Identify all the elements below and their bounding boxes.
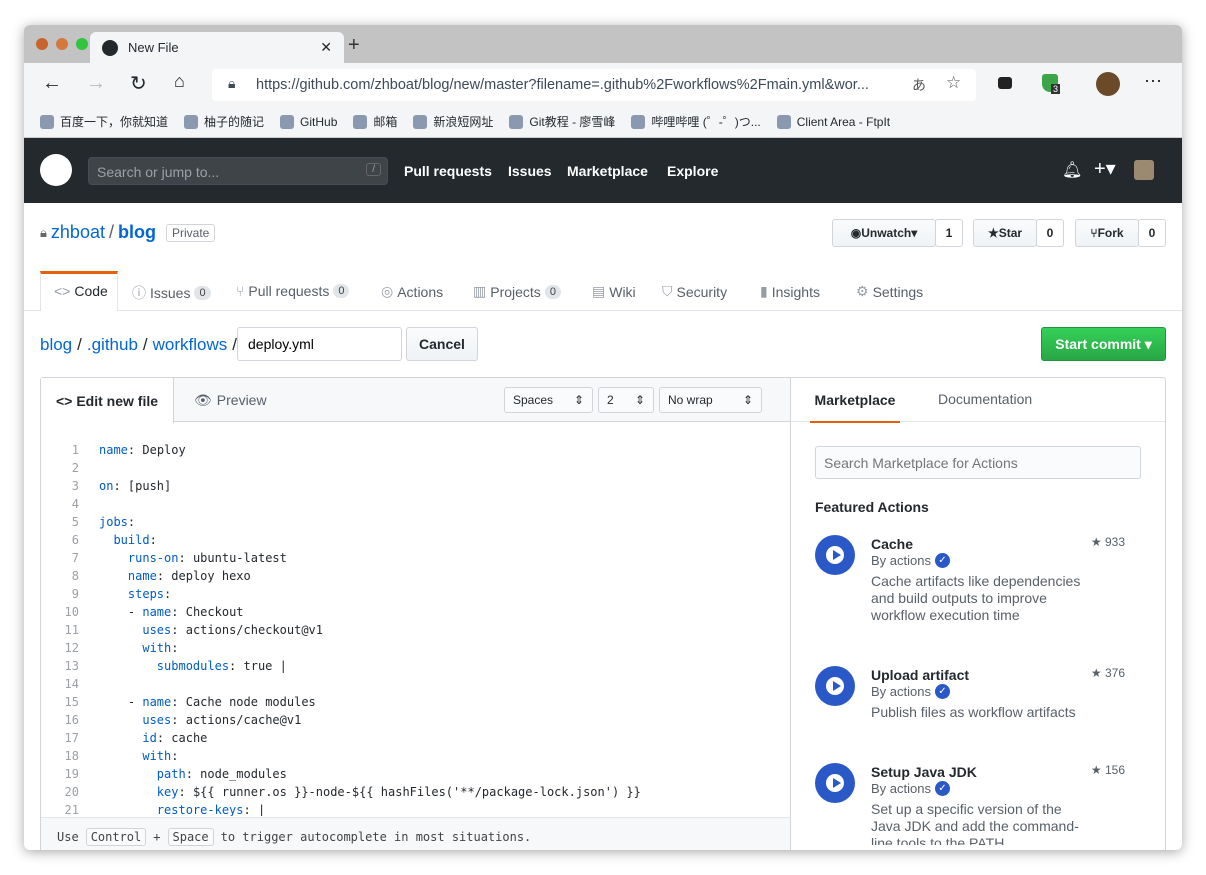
star-icon: ★ (1090, 666, 1102, 680)
star-icon: ★ (1090, 763, 1102, 777)
verified-icon: ✓ (934, 684, 950, 699)
author-label: By actions (871, 553, 931, 568)
star-count: 933 (1104, 535, 1125, 549)
action-title[interactable]: Setup Java JDK (871, 764, 977, 780)
star-count: 156 (1104, 763, 1125, 777)
browser-window: New File ✕ + ← → ↻ ⌂ 🔒︎ https://github.c… (24, 25, 1182, 850)
author-label: By actions (871, 684, 931, 699)
star-icon: ★ (1090, 535, 1102, 549)
verified-icon: ✓ (934, 553, 950, 568)
author-label: By actions (871, 781, 931, 796)
action-description: Cache artifacts like dependencies and bu… (871, 573, 1081, 623)
action-title[interactable]: Upload artifact (871, 667, 969, 683)
play-icon (815, 763, 855, 803)
action-title[interactable]: Cache (871, 536, 913, 552)
action-description: Set up a specific version of the Java JD… (871, 801, 1079, 845)
action-stars: ★ 376 (1091, 666, 1125, 680)
action-author: By actions ✓ (871, 553, 950, 568)
star-count: 376 (1104, 666, 1125, 680)
action-stars: ★ 933 (1091, 535, 1125, 549)
action-description: Publish files as workflow artifacts (871, 704, 1076, 720)
action-author: By actions ✓ (871, 781, 950, 796)
verified-icon: ✓ (934, 781, 950, 796)
play-icon (815, 535, 855, 575)
play-icon (815, 666, 855, 706)
action-stars: ★ 156 (1091, 763, 1125, 777)
action-author: By actions ✓ (871, 684, 950, 699)
